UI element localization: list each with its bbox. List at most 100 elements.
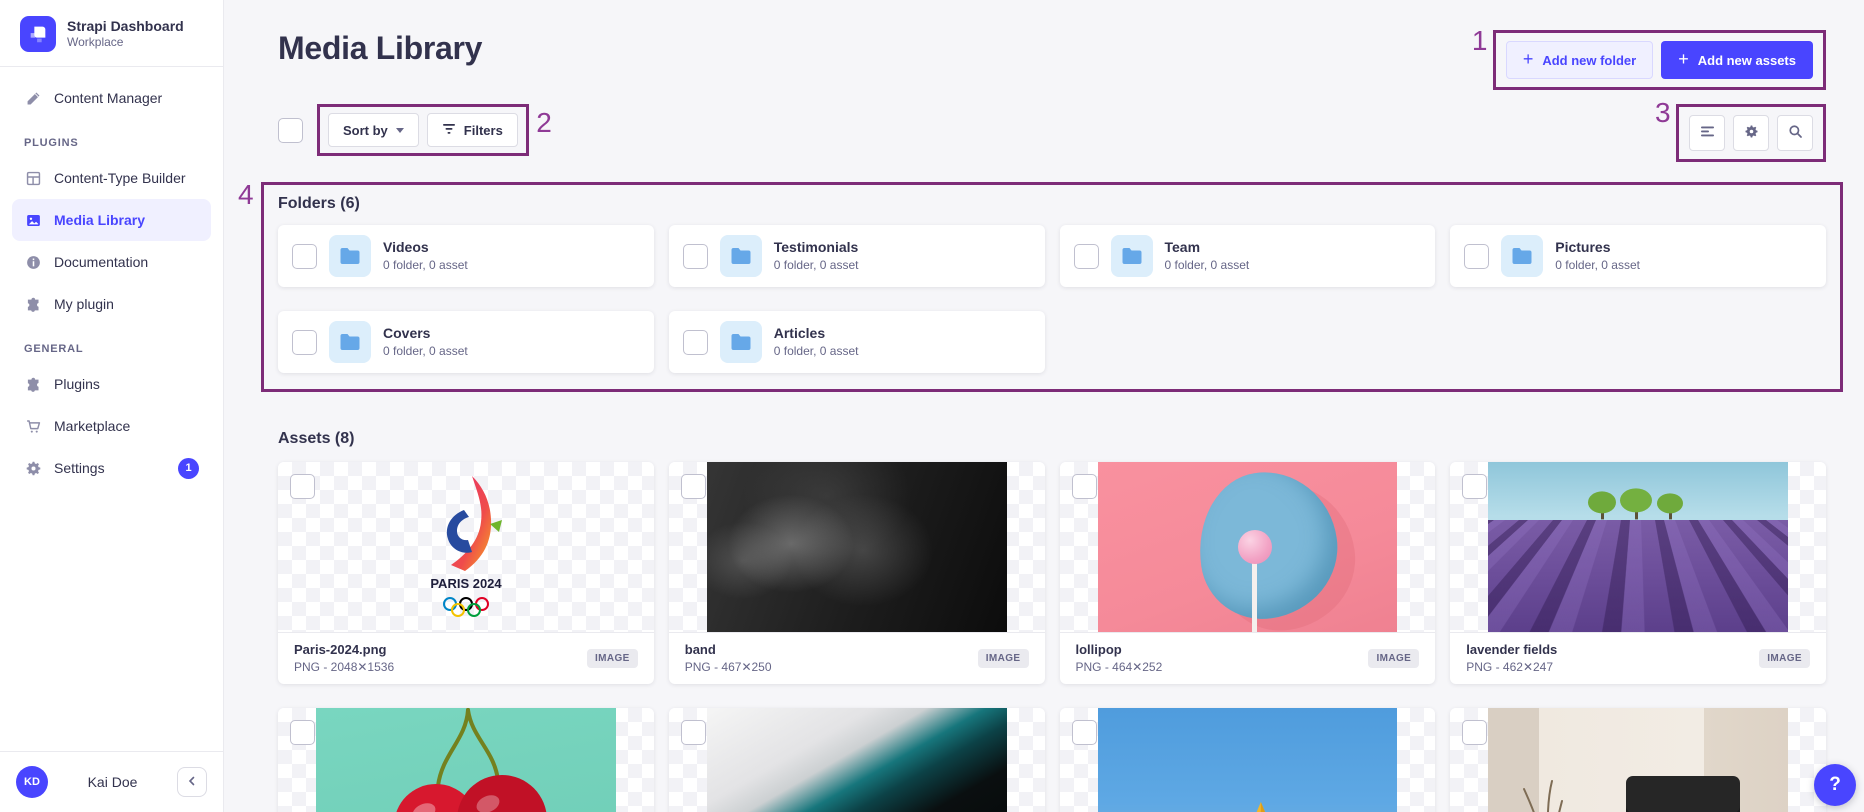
iceberg-photo: [707, 708, 1007, 812]
folder-card-team[interactable]: Team 0 folder, 0 asset: [1060, 225, 1436, 287]
help-button[interactable]: ?: [1814, 764, 1856, 806]
asset-thumbnail: [1060, 708, 1436, 812]
asset-card-band[interactable]: band PNG - 467✕250 IMAGE: [669, 462, 1045, 684]
asset-checkbox[interactable]: [681, 720, 706, 745]
folder-name: Videos: [383, 238, 468, 257]
folders-heading: Folders (6): [278, 195, 1826, 213]
asset-card-sofa[interactable]: [1450, 708, 1826, 812]
folder-card-testimonials[interactable]: Testimonials 0 folder, 0 asset: [669, 225, 1045, 287]
sidebar-item-marketplace[interactable]: Marketplace: [12, 405, 211, 447]
annotation-number-2: 2: [536, 109, 552, 137]
asset-meta: PNG - 467✕250: [685, 659, 772, 676]
asset-type-badge: IMAGE: [1759, 649, 1810, 668]
collapse-sidebar-button[interactable]: [177, 767, 207, 797]
workspace-switcher[interactable]: Strapi Dashboard Workplace: [0, 0, 223, 66]
workspace-subtitle: Workplace: [67, 35, 184, 50]
sidebar-section-plugins: PLUGINS: [12, 119, 211, 157]
annotation-number-4: 4: [238, 181, 254, 209]
puzzle-icon: [24, 295, 42, 313]
asset-card-lavender-fields[interactable]: lavender fields PNG - 462✕247 IMAGE: [1450, 462, 1826, 684]
select-all-checkbox[interactable]: [278, 118, 303, 143]
gear-icon: [1744, 124, 1759, 142]
asset-card-iceberg[interactable]: [669, 708, 1045, 812]
asset-thumbnail: [669, 708, 1045, 812]
asset-thumbnail: [669, 462, 1045, 632]
action-bar: 2 Sort by Filters 3: [278, 104, 1826, 162]
sidebar-item-documentation[interactable]: Documentation: [12, 241, 211, 283]
asset-checkbox[interactable]: [1072, 474, 1097, 499]
asset-card-cherries[interactable]: [278, 708, 654, 812]
sidebar-item-label: Content Manager: [54, 90, 162, 106]
asset-name: Paris-2024.png: [294, 641, 394, 659]
folder-checkbox[interactable]: [292, 330, 317, 355]
asset-checkbox[interactable]: [1462, 474, 1487, 499]
asset-card-paris-2024[interactable]: PARIS 2024 Paris-2024.png PNG - 2048: [278, 462, 654, 684]
folder-name: Team: [1165, 238, 1250, 257]
folder-meta: 0 folder, 0 asset: [383, 343, 468, 359]
plus-icon: +: [1523, 50, 1534, 68]
list-view-button[interactable]: [1689, 115, 1725, 151]
annotation-box-3: 3: [1676, 104, 1826, 162]
sidebar-nav: Content Manager PLUGINS Content-Type Bui…: [0, 67, 223, 489]
folder-icon: [1111, 235, 1153, 277]
asset-thumbnail: [1060, 462, 1436, 632]
folder-checkbox[interactable]: [683, 244, 708, 269]
sidebar-item-media-library[interactable]: Media Library: [12, 199, 211, 241]
assets-grid: PARIS 2024 Paris-2024.png PNG - 2048: [278, 462, 1826, 812]
add-new-folder-label: Add new folder: [1542, 53, 1636, 68]
sidebar-item-label: Documentation: [54, 254, 148, 270]
user-name: Kai Doe: [48, 774, 177, 790]
sidebar-item-content-type-builder[interactable]: Content-Type Builder: [12, 157, 211, 199]
sidebar-item-plugins[interactable]: Plugins: [12, 363, 211, 405]
folder-name: Covers: [383, 324, 468, 343]
folder-card-pictures[interactable]: Pictures 0 folder, 0 asset: [1450, 225, 1826, 287]
sidebar-item-my-plugin[interactable]: My plugin: [12, 283, 211, 325]
asset-thumbnail: [1450, 462, 1826, 632]
grid-settings-button[interactable]: [1733, 115, 1769, 151]
sidebar-item-label: Settings: [54, 460, 105, 476]
plus-icon: +: [1678, 50, 1689, 68]
folder-meta: 0 folder, 0 asset: [1165, 257, 1250, 273]
band-photo: [707, 462, 1007, 632]
gear-icon: [24, 459, 42, 477]
page-header: Media Library 1 + Add new folder + Add n…: [278, 30, 1826, 90]
cart-icon: [24, 417, 42, 435]
add-new-assets-button[interactable]: + Add new assets: [1661, 41, 1813, 79]
asset-checkbox[interactable]: [1462, 720, 1487, 745]
folder-checkbox[interactable]: [1464, 244, 1489, 269]
sort-by-label: Sort by: [343, 123, 388, 138]
add-new-folder-button[interactable]: + Add new folder: [1506, 41, 1653, 79]
asset-checkbox[interactable]: [1072, 720, 1097, 745]
asset-card-paper-boat[interactable]: [1060, 708, 1436, 812]
annotation-box-1: 1 + Add new folder + Add new assets: [1493, 30, 1826, 90]
question-mark-icon: ?: [1829, 774, 1841, 796]
folder-card-articles[interactable]: Articles 0 folder, 0 asset: [669, 311, 1045, 373]
main-content: Media Library 1 + Add new folder + Add n…: [224, 0, 1864, 812]
asset-checkbox[interactable]: [290, 720, 315, 745]
folder-checkbox[interactable]: [292, 244, 317, 269]
asset-info: band PNG - 467✕250 IMAGE: [669, 632, 1045, 684]
user-avatar[interactable]: KD: [16, 766, 48, 798]
filters-button[interactable]: Filters: [427, 113, 518, 147]
list-icon: [1700, 125, 1715, 141]
asset-card-lollipop[interactable]: lollipop PNG - 464✕252 IMAGE: [1060, 462, 1436, 684]
folder-card-videos[interactable]: Videos 0 folder, 0 asset: [278, 225, 654, 287]
page-title: Media Library: [278, 30, 482, 67]
asset-checkbox[interactable]: [681, 474, 706, 499]
folder-name: Pictures: [1555, 238, 1640, 257]
folder-icon: [329, 235, 371, 277]
sidebar-item-settings[interactable]: Settings 1: [12, 447, 211, 489]
folder-card-covers[interactable]: Covers 0 folder, 0 asset: [278, 311, 654, 373]
filters-label: Filters: [464, 123, 503, 138]
asset-info: Paris-2024.png PNG - 2048✕1536 IMAGE: [278, 632, 654, 684]
sidebar-item-label: Media Library: [54, 212, 145, 228]
folder-checkbox[interactable]: [1074, 244, 1099, 269]
sort-by-button[interactable]: Sort by: [328, 113, 419, 147]
picture-icon: [24, 211, 42, 229]
folder-checkbox[interactable]: [683, 330, 708, 355]
chevron-left-icon: [187, 773, 197, 791]
search-button[interactable]: [1777, 115, 1813, 151]
sidebar-item-label: Plugins: [54, 376, 100, 392]
sidebar-item-content-manager[interactable]: Content Manager: [12, 77, 211, 119]
asset-checkbox[interactable]: [290, 474, 315, 499]
